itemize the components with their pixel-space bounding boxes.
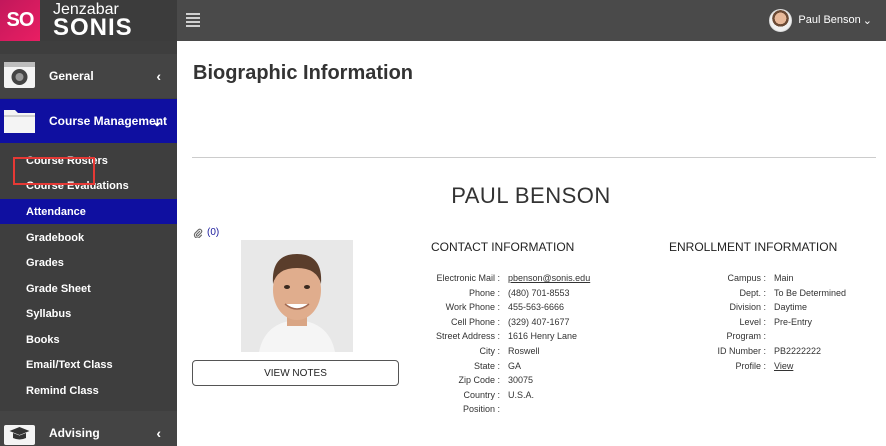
chevron-left-icon: ‹ [156,68,161,84]
user-menu[interactable]: Paul Benson ⌄ [769,8,872,32]
sidebar-section-general[interactable]: General ‹ [0,54,177,98]
field-label: Country : [463,389,500,400]
field-value: PB2222222 [774,346,822,356]
info-row-program: Program : [0,329,886,343]
sidebar-section-label: Course Management [49,114,168,128]
info-row-dept: Dept. : To Be Determined [0,286,886,300]
info-row-campus: Campus : Main [0,271,886,285]
sidebar-item-label: Course Rosters [26,154,108,167]
field-value: 30075 [508,375,534,386]
info-row-country: Country : U.S.A. [0,388,886,402]
graduation-cap-icon [4,425,35,445]
menu-toggle-icon[interactable] [186,13,200,27]
field-label: Division : [729,302,766,313]
info-row-id-number: ID Number : PB2222222 [0,344,886,358]
field-value: Daytime [774,302,808,313]
sidebar-item-gradebook[interactable]: Gradebook [0,225,177,250]
field-label: Profile : [735,360,766,371]
sidebar-section-label: Advising [49,426,100,440]
divider [192,157,876,158]
avatar [769,8,793,32]
person-name: PAUL BENSON [451,183,611,208]
field-label: Campus : [727,273,766,283]
attachments-count: (0) [207,227,220,238]
general-icon [4,62,35,88]
info-row-division: Division : Daytime [0,300,886,314]
sidebar-section-label: General [49,69,94,83]
field-value: U.S.A. [508,389,535,400]
enrollment-information-heading: ENROLLMENT INFORMATION [669,240,838,254]
field-value: Pre-Entry [774,316,813,327]
info-row-position: Position : [0,402,886,416]
sidebar-item-label: Gradebook [26,231,85,244]
chevron-down-icon: ⌄ [862,14,872,27]
field-label: Level : [739,316,766,327]
page-title: Biographic Information [193,62,413,84]
paperclip-icon [193,228,203,238]
info-row-zip-code: Zip Code : 30075 [0,373,886,387]
field-label: Dept. : [739,287,766,298]
folder-icon [4,110,35,133]
info-row-level: Level : Pre-Entry [0,315,886,329]
logo-product-text: SONIS [53,14,133,41]
attachments-link[interactable]: (0) [193,227,219,238]
chevron-down-icon: ⌄ [151,112,163,129]
field-label: Position : [462,404,500,415]
contact-information-heading: CONTACT INFORMATION [431,240,575,254]
field-value: To Be Determined [774,287,847,298]
field-label: Zip Code : [458,375,500,386]
info-row-profile: Profile : View [0,359,886,373]
sidebar-section-course-management[interactable]: Course Management ⌄ [0,99,177,143]
sidebar-item-label: Grades [26,256,64,269]
field-label: Program : [726,331,766,342]
chevron-left-icon: ‹ [156,425,161,441]
top-bar: SO Jenzabar SONIS Paul Benson ⌄ [0,0,886,41]
field-value: Main [774,273,794,283]
sidebar-item-course-rosters[interactable]: Course Rosters [0,148,177,173]
field-label: ID Number : [717,346,766,356]
app-logo[interactable]: SO Jenzabar SONIS [0,0,177,41]
user-name: Paul Benson [798,14,861,26]
logo-badge: SO [0,0,40,41]
field-value[interactable]: View [774,359,793,373]
